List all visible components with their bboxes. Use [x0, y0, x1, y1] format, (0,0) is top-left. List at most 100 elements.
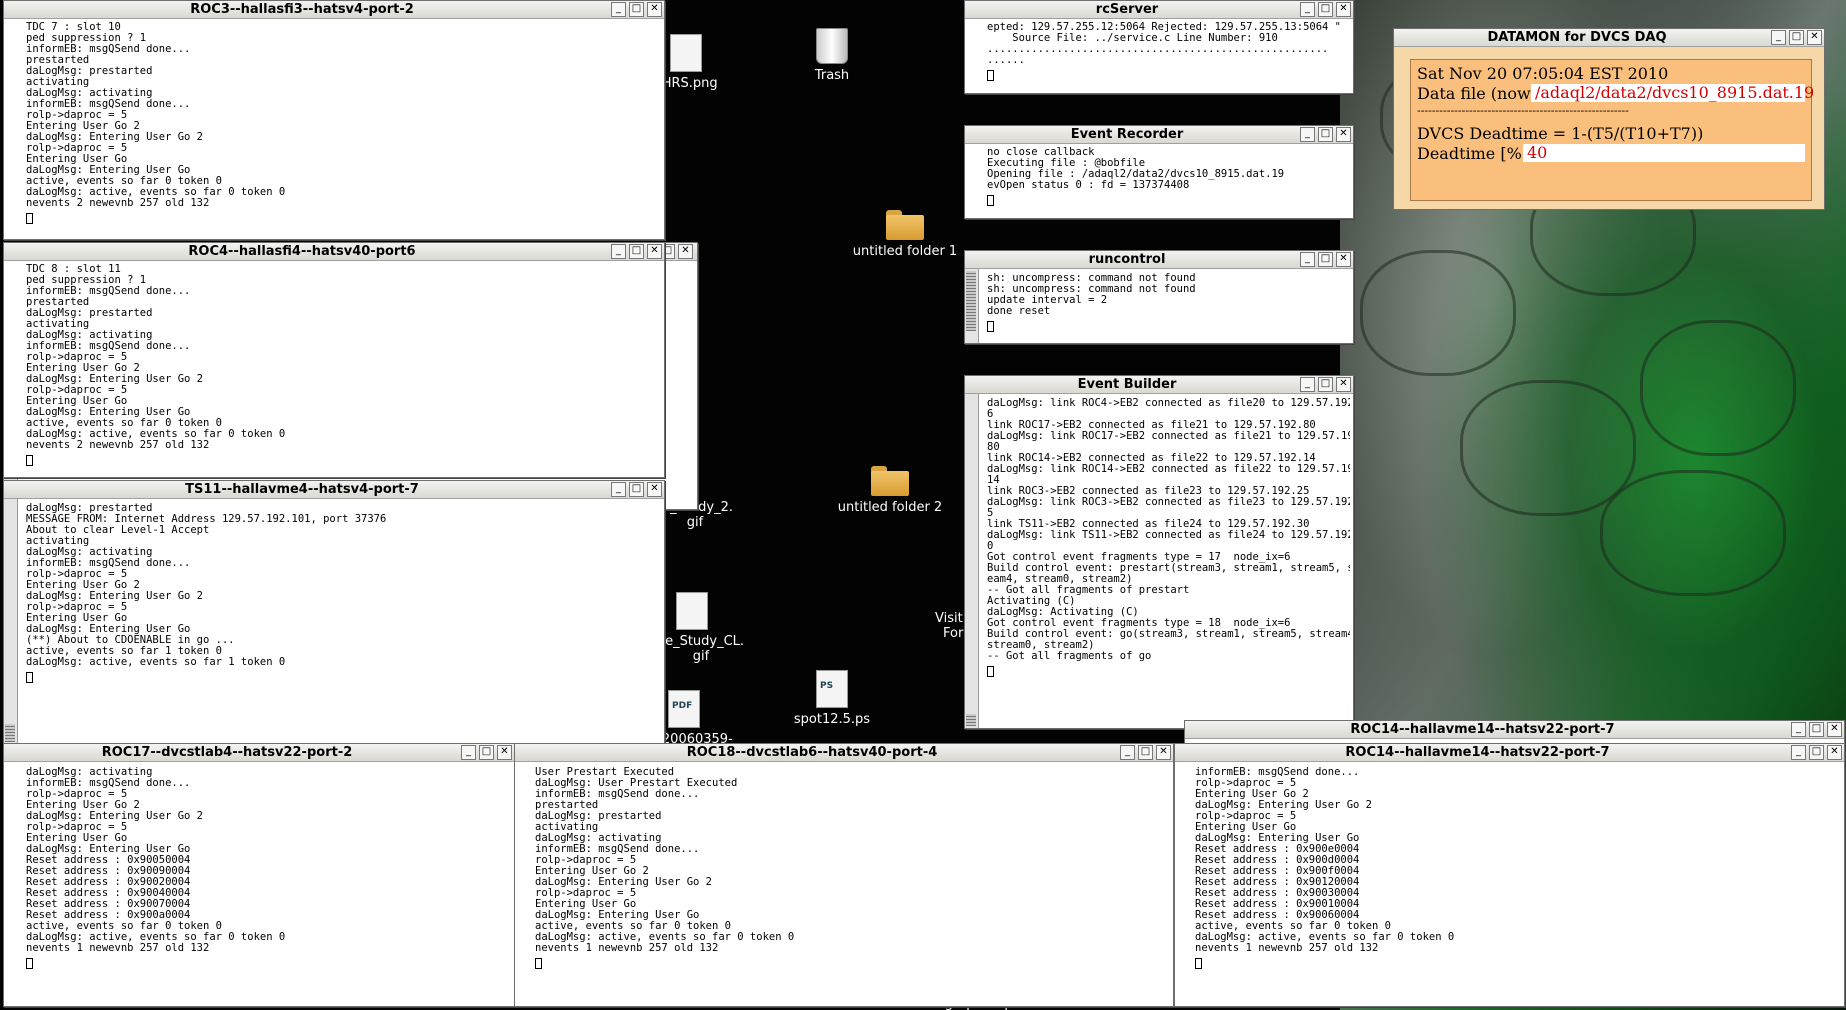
minimize-button[interactable]: _ — [611, 2, 626, 17]
minimize-button[interactable]: _ — [1300, 377, 1315, 392]
output-line: About to clear Level-1 Accept — [26, 524, 210, 536]
window-buttons: _ □ ✕ — [1791, 722, 1842, 737]
image-file-icon — [670, 34, 702, 72]
close-button[interactable]: ✕ — [1336, 127, 1351, 142]
window-title: rcServer — [1095, 2, 1159, 17]
close-button[interactable]: ✕ — [647, 482, 662, 497]
close-button[interactable]: ✕ — [1827, 722, 1842, 737]
pdf-badge: PDF — [672, 701, 693, 711]
desktop-icon-folder-1[interactable]: untitled folder 1 — [845, 210, 965, 259]
desktop-icon-label-2: gif — [686, 515, 704, 530]
desktop-icon-trash[interactable]: Trash — [772, 28, 892, 83]
minimize-button[interactable]: _ — [461, 745, 476, 760]
maximize-button[interactable]: □ — [1318, 127, 1333, 142]
roc3-window: ROC3--hallasfi3--hatsv4-port-2 _ □ ✕ TDC… — [3, 0, 665, 240]
maximize-button[interactable]: □ — [1318, 377, 1333, 392]
titlebar[interactable]: TS11--hallavme4--hatsv4-port-7 _ □ ✕ — [4, 481, 664, 499]
close-button[interactable]: ✕ — [497, 745, 512, 760]
minimize-button[interactable]: _ — [1120, 745, 1135, 760]
window-title: ROC14--hallavme14--hatsv22-port-7 — [1345, 745, 1610, 760]
minimize-button[interactable]: _ — [1300, 252, 1315, 267]
output-line: informEB: msgQSend done... — [26, 43, 191, 55]
desktop-icon-label: spot12.5.ps — [793, 712, 871, 727]
scrollbar-thumb[interactable] — [966, 714, 976, 726]
titlebar[interactable]: ROC18--dvcstlab6--hatsv40-port-4 _ □ ✕ — [515, 744, 1173, 762]
output-line: nevents 1 newevnb 257 old 132 — [26, 942, 210, 954]
minimize-button[interactable]: _ — [1771, 30, 1786, 45]
roc17-window: ROC17--dvcstlab4--hatsv22-port-2 _ □ ✕ d… — [3, 743, 515, 1007]
terminal-cursor — [26, 958, 33, 969]
close-button[interactable]: ✕ — [647, 2, 662, 17]
maximize-button[interactable]: □ — [479, 745, 494, 760]
deadtime-value: 40 — [1523, 144, 1805, 162]
output-line: daLogMsg: link ROC4->EB2 connected as fi… — [987, 398, 1350, 409]
titlebar[interactable]: DATAMON for DVCS DAQ _ □ ✕ — [1394, 29, 1824, 47]
window-title: runcontrol — [1088, 252, 1166, 267]
minimize-button[interactable]: _ — [1300, 127, 1315, 142]
close-button[interactable]: ✕ — [1827, 745, 1842, 760]
event-recorder-window: Event Recorder _ □ ✕ no close callback Ex… — [964, 125, 1354, 219]
terminal-cursor — [26, 455, 33, 466]
minimize-button[interactable]: _ — [1791, 745, 1806, 760]
output-line: daLogMsg: prestarted — [26, 65, 153, 77]
scrollbar-thumb[interactable] — [5, 724, 15, 742]
desktop-icon-folder-2[interactable]: untitled folder 2 — [830, 466, 950, 515]
minimize-button[interactable]: _ — [1791, 722, 1806, 737]
ps-file-icon: PS — [816, 670, 848, 708]
terminal-output: daLogMsg: link ROC4->EB2 connected as fi… — [987, 398, 1350, 728]
maximize-button[interactable]: □ — [629, 2, 644, 17]
ts11-window: TS11--hallavme4--hatsv4-port-7 _ □ ✕ daL… — [3, 480, 665, 745]
close-button[interactable]: ✕ — [1156, 745, 1171, 760]
close-button[interactable]: ✕ — [1807, 30, 1822, 45]
window-buttons: _ □ ✕ — [611, 482, 662, 497]
titlebar[interactable]: runcontrol _ □ ✕ — [965, 251, 1353, 269]
minimize-button[interactable]: _ — [1300, 2, 1315, 17]
maximize-button[interactable]: □ — [1138, 745, 1153, 760]
close-button[interactable]: ✕ — [647, 244, 662, 259]
maximize-button[interactable]: □ — [629, 244, 644, 259]
output-line: nevents 2 newevnb 257 old 132 — [26, 439, 210, 451]
maximize-button[interactable]: □ — [629, 482, 644, 497]
scrollbar[interactable] — [4, 499, 18, 744]
window-buttons: _ □ ✕ — [1300, 127, 1351, 142]
close-button[interactable]: ✕ — [678, 244, 693, 259]
terminal-cursor — [987, 195, 994, 206]
terminal-cursor — [987, 666, 994, 677]
minimize-button[interactable]: _ — [611, 482, 626, 497]
titlebar[interactable]: ROC3--hallasfi3--hatsv4-port-2 _ □ ✕ — [4, 1, 664, 19]
maximize-button[interactable]: □ — [1809, 722, 1824, 737]
maximize-button[interactable]: □ — [1789, 30, 1804, 45]
titlebar[interactable]: ROC14--hallavme14--hatsv22-port-7 _ □ ✕ — [1185, 721, 1844, 739]
titlebar[interactable]: ROC14--hallavme14--hatsv22-port-7 _ □ ✕ — [1175, 744, 1844, 762]
window-buttons: _ □ ✕ — [611, 244, 662, 259]
datafile-value: /adaql2/data2/dvcs10_8915.dat.19 — [1531, 84, 1814, 102]
titlebar[interactable]: Event Recorder _ □ ✕ — [965, 126, 1353, 144]
titlebar[interactable]: ROC17--dvcstlab4--hatsv22-port-2 _ □ ✕ — [4, 744, 514, 762]
output-line: nevents 1 newevnb 257 old 132 — [1195, 942, 1379, 954]
maximize-button[interactable]: □ — [1318, 252, 1333, 267]
datamon-window: DATAMON for DVCS DAQ _ □ ✕ Sat Nov 20 07… — [1393, 28, 1825, 210]
window-buttons: _ □ ✕ — [1791, 745, 1842, 760]
desktop-icon-ps[interactable]: PS spot12.5.ps — [772, 670, 892, 727]
window-buttons: _ □ ✕ — [1300, 252, 1351, 267]
output-line: daLogMsg: active, events so far 1 token … — [26, 656, 286, 668]
partial-desktop-label: For — [943, 626, 964, 641]
maximize-button[interactable]: □ — [1809, 745, 1824, 760]
scrollbar-thumb[interactable] — [966, 271, 976, 331]
titlebar[interactable]: rcServer _ □ ✕ — [965, 1, 1353, 19]
close-button[interactable]: ✕ — [1336, 252, 1351, 267]
output-line: ........................................… — [987, 43, 1329, 55]
output-line: evOpen status 0 : fd = 137374408 — [987, 179, 1190, 191]
ps-badge: PS — [820, 681, 834, 691]
folder-icon — [886, 210, 924, 240]
scrollbar[interactable] — [965, 269, 979, 343]
titlebar[interactable]: ROC4--hallasfi4--hatsv40-port6 _ □ ✕ — [4, 243, 664, 261]
maximize-button[interactable]: □ — [1318, 2, 1333, 17]
terminal-output: TDC 7 : slot 10 ped suppression ? 1 inform… — [26, 22, 661, 239]
minimize-button[interactable]: _ — [611, 244, 626, 259]
close-button[interactable]: ✕ — [1336, 377, 1351, 392]
close-button[interactable]: ✕ — [1336, 2, 1351, 17]
scrollbar[interactable] — [965, 394, 979, 728]
window-title: ROC18--dvcstlab6--hatsv40-port-4 — [686, 745, 938, 760]
titlebar[interactable]: Event Builder _ □ ✕ — [965, 376, 1353, 394]
